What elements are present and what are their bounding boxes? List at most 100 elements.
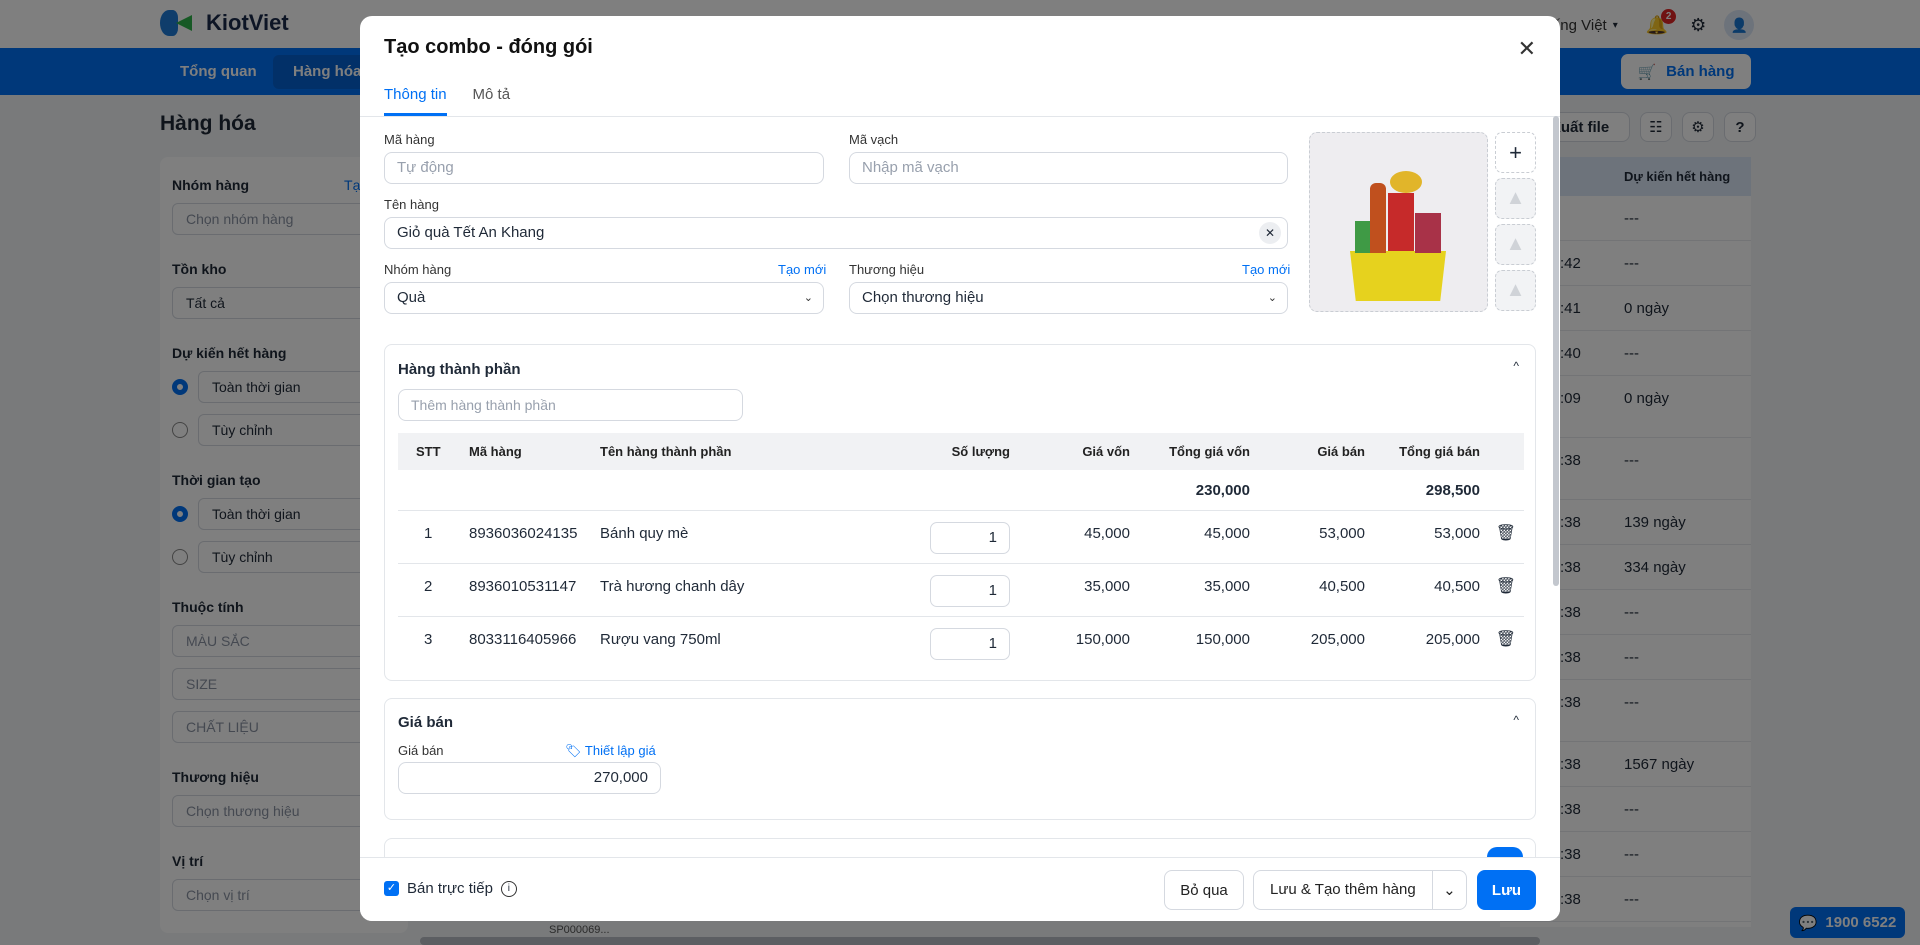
row-price: 40,500 — [1319, 578, 1365, 595]
modal-footer: ✓ Bán trực tiếp i Bỏ qua Lưu & Tạo thêm … — [360, 857, 1560, 921]
col-price: Giá bán — [1317, 444, 1365, 459]
col-total-price: Tổng giá bán — [1399, 444, 1480, 459]
vertical-scrollbar[interactable] — [1553, 116, 1559, 586]
col-stt: STT — [416, 444, 441, 459]
name-input[interactable]: Giỏ quà Tết An Khang ✕ — [384, 217, 1288, 249]
row-code: 8936010531147 — [469, 578, 577, 595]
row-stt: 3 — [424, 631, 433, 648]
barcode-label: Mã vạch — [849, 132, 899, 147]
components-table: STT Mã hàng Tên hàng thành phần Số lượng… — [398, 433, 1524, 670]
direct-sale-label: Bán trực tiếp — [407, 880, 493, 897]
group-select[interactable]: Quà ⌄ — [384, 282, 824, 314]
code-label: Mã hàng — [384, 132, 435, 147]
components-title: Hàng thành phần — [398, 361, 521, 378]
component-search-input[interactable]: Thêm hàng thành phần — [398, 389, 743, 421]
row-stt: 2 — [424, 578, 433, 595]
col-cost: Giá vốn — [1082, 444, 1130, 459]
row-total-cost: 35,000 — [1204, 578, 1250, 595]
row-cost: 45,000 — [1084, 525, 1130, 542]
info-icon[interactable]: i — [500, 880, 517, 897]
row-total-cost: 45,000 — [1204, 525, 1250, 542]
plus-icon: + — [1509, 139, 1522, 165]
row-cost: 150,000 — [1075, 631, 1130, 648]
product-image[interactable] — [1309, 132, 1488, 312]
brand-value: Chọn thương hiệu — [862, 289, 984, 306]
direct-sale-option: ✓ Bán trực tiếp i — [384, 880, 517, 897]
divider — [360, 116, 1560, 117]
chevron-up-icon[interactable]: ^ — [1513, 713, 1519, 727]
image-placeholder-icon: ▲ — [1505, 187, 1526, 209]
image-slot[interactable]: ▲ — [1495, 270, 1536, 311]
image-placeholder-icon: ▲ — [1505, 279, 1526, 301]
modal-title: Tạo combo - đóng gói — [384, 36, 593, 58]
table-header: STT Mã hàng Tên hàng thành phần Số lượng… — [398, 433, 1524, 470]
component-row: 1 8936036024135 Bánh quy mè 1 45,000 45,… — [398, 511, 1524, 564]
totals-row: 230,000 298,500 — [398, 470, 1524, 511]
row-cost: 35,000 — [1084, 578, 1130, 595]
setup-price-label: Thiết lập giá — [584, 743, 656, 758]
group-value: Quà — [397, 289, 426, 306]
row-total-price: 40,500 — [1434, 578, 1480, 595]
brand-label: Thương hiệu — [849, 262, 925, 277]
brand-select[interactable]: Chọn thương hiệu ⌄ — [849, 282, 1288, 314]
pricing-card: Giá bán ^ Giá bán 🏷 Thiết lập giá 270,00… — [384, 698, 1536, 820]
group-create-link[interactable]: Tạo mới — [778, 262, 826, 277]
row-code: 8936036024135 — [469, 525, 578, 542]
row-stt: 1 — [424, 525, 433, 542]
quantity-input[interactable]: 1 — [930, 575, 1010, 607]
trash-icon[interactable]: 🗑 — [1496, 629, 1516, 649]
trash-icon[interactable]: 🗑 — [1496, 523, 1516, 543]
component-row: 2 8936010531147 Trà hương chanh dây 1 35… — [398, 564, 1524, 617]
close-icon[interactable]: ✕ — [1518, 36, 1536, 62]
add-image-button[interactable]: + — [1495, 132, 1536, 173]
col-qty: Số lượng — [951, 444, 1010, 459]
chevron-down-icon: ⌄ — [1267, 292, 1277, 304]
save-add-button[interactable]: Lưu & Tạo thêm hàng — [1254, 871, 1433, 909]
save-add-group: Lưu & Tạo thêm hàng ⌄ — [1253, 870, 1467, 910]
name-label: Tên hàng — [384, 197, 439, 212]
total-cost: 230,000 — [1195, 482, 1250, 499]
total-sale: 298,500 — [1425, 482, 1480, 499]
col-code: Mã hàng — [469, 444, 522, 459]
clear-icon[interactable]: ✕ — [1259, 222, 1281, 244]
quantity-input[interactable]: 1 — [930, 522, 1010, 554]
row-name: Bánh quy mè — [600, 525, 689, 542]
setup-price-link[interactable]: 🏷 Thiết lập giá — [565, 743, 656, 759]
row-price: 205,000 — [1310, 631, 1365, 648]
name-value: Giỏ quà Tết An Khang — [397, 224, 545, 241]
row-name: Rượu vang 750ml — [600, 631, 721, 648]
row-price: 53,000 — [1319, 525, 1365, 542]
brand-create-link[interactable]: Tạo mới — [1242, 262, 1290, 277]
quantity-input[interactable]: 1 — [930, 628, 1010, 660]
row-total-price: 53,000 — [1434, 525, 1480, 542]
col-total-cost: Tổng giá vốn — [1169, 444, 1250, 459]
code-input[interactable]: Tự động — [384, 152, 824, 184]
pricing-title: Giá bán — [398, 714, 454, 731]
row-total-price: 205,000 — [1425, 631, 1480, 648]
modal-tabs: Thông tin Mô tả — [384, 86, 510, 116]
tab-description[interactable]: Mô tả — [473, 86, 511, 116]
component-row: 3 8033116405966 Rượu vang 750ml 1 150,00… — [398, 617, 1524, 670]
chevron-down-icon: ⌄ — [803, 292, 813, 304]
row-total-cost: 150,000 — [1195, 631, 1250, 648]
components-card: Hàng thành phần ^ Thêm hàng thành phần S… — [384, 344, 1536, 681]
tab-info[interactable]: Thông tin — [384, 86, 447, 116]
save-button[interactable]: Lưu — [1477, 870, 1536, 910]
price-input[interactable]: 270,000 — [398, 762, 661, 794]
barcode-input[interactable]: Nhập mã vạch — [849, 152, 1288, 184]
row-name: Trà hương chanh dây — [600, 578, 745, 595]
direct-sale-checkbox[interactable]: ✓ — [384, 881, 399, 896]
chevron-up-icon[interactable]: ^ — [1513, 359, 1519, 373]
image-placeholder-icon: ▲ — [1505, 233, 1526, 255]
group-label: Nhóm hàng — [384, 262, 452, 277]
create-combo-modal: Tạo combo - đóng gói ✕ Thông tin Mô tả M… — [360, 16, 1560, 921]
row-code: 8033116405966 — [469, 631, 577, 648]
chevron-down-icon[interactable]: ⌄ — [1433, 881, 1466, 899]
price-label: Giá bán — [398, 743, 444, 758]
col-name: Tên hàng thành phần — [600, 444, 732, 459]
trash-icon[interactable]: 🗑 — [1496, 576, 1516, 596]
cancel-button[interactable]: Bỏ qua — [1164, 870, 1244, 910]
image-slot[interactable]: ▲ — [1495, 224, 1536, 265]
image-slot[interactable]: ▲ — [1495, 178, 1536, 219]
tag-icon: 🏷 — [565, 743, 582, 758]
